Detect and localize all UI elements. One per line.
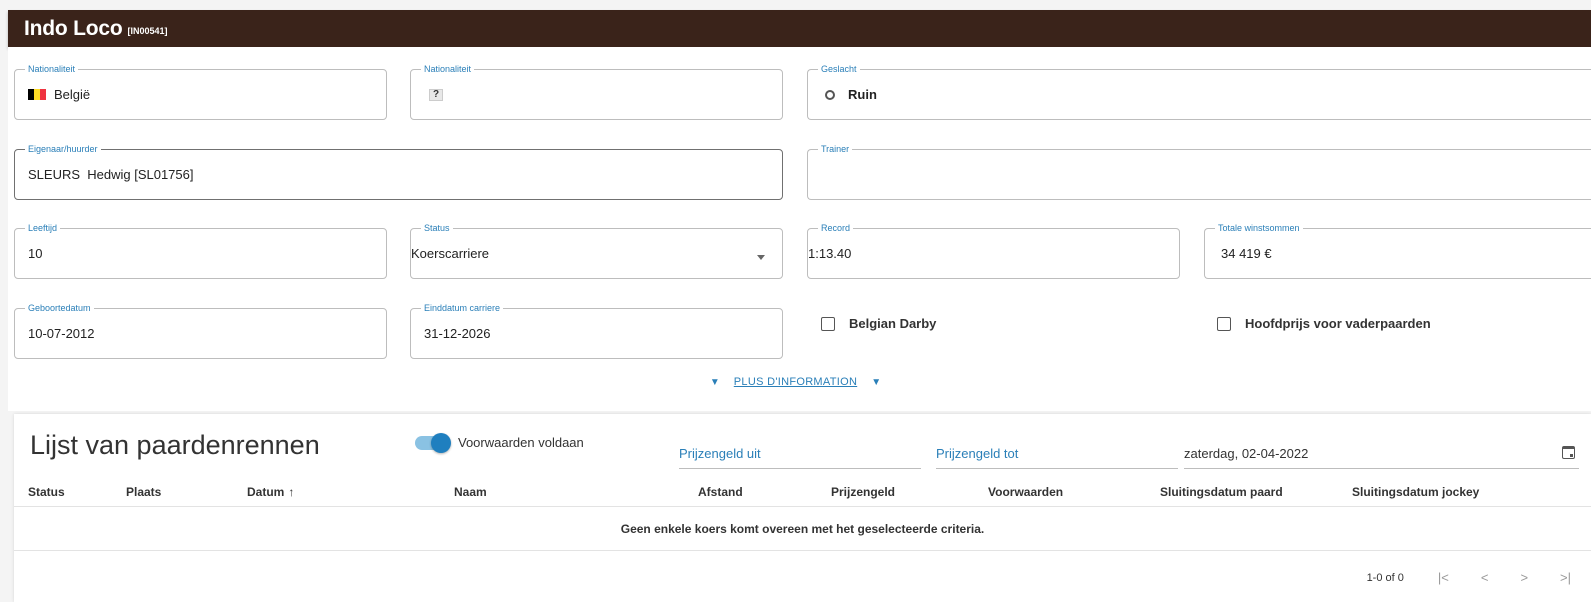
col-voorwaarden[interactable]: Voorwaarden — [988, 485, 1063, 499]
col-sluiting-paard[interactable]: Sluitingsdatum paard — [1160, 485, 1283, 499]
belgian-darby-checkbox[interactable] — [821, 316, 835, 331]
empty-table-message: Geen enkele koers komt overeen met het g… — [14, 508, 1591, 551]
nationality-field[interactable]: Nationaliteit België — [14, 64, 387, 120]
owner-field[interactable]: Eigenaar/huurder SLEURS Hedwig [SL01756] — [14, 144, 783, 200]
trainer-field[interactable]: Trainer — [807, 144, 1591, 200]
prize-to-input[interactable]: Prijzengeld tot — [936, 436, 1178, 469]
owner-value: SLEURS Hedwig [SL01756] — [28, 167, 194, 182]
age-field[interactable]: Leeftijd 10 — [14, 223, 387, 279]
gelding-icon — [825, 89, 835, 100]
winnings-field[interactable]: Totale winstsommen 34 419 € — [1204, 223, 1591, 279]
birthdate-field[interactable]: Geboortedatum 10-07-2012 — [14, 303, 387, 359]
prize-from-input[interactable]: Prijzengeld uit — [679, 436, 921, 469]
calendar-icon[interactable] — [1562, 446, 1575, 459]
birthdate-value: 10-07-2012 — [28, 326, 95, 341]
hoofdprijs-label: Hoofdprijs voor vaderpaarden — [1245, 316, 1431, 331]
next-page-icon[interactable]: > — [1520, 570, 1528, 585]
belgian-darby-checkbox-row[interactable]: Belgian Darby — [821, 316, 936, 331]
unknown-flag-icon: ? — [429, 88, 443, 101]
hoofdprijs-checkbox[interactable] — [1217, 316, 1231, 331]
triangle-down-icon: ▼ — [709, 376, 720, 388]
hoofdprijs-checkbox-row[interactable]: Hoofdprijs voor vaderpaarden — [1217, 316, 1431, 331]
col-sluiting-jockey[interactable]: Sluitingsdatum jockey — [1352, 485, 1479, 499]
col-status[interactable]: Status — [28, 485, 65, 499]
conditions-toggle[interactable] — [415, 433, 451, 453]
status-select[interactable]: Status Koerscarriere — [410, 223, 783, 279]
col-afstand[interactable]: Afstand — [698, 485, 743, 499]
page-header: Indo Loco [IN00541] — [8, 10, 1591, 47]
col-datum[interactable]: Datum ↑ — [247, 485, 294, 499]
date-input[interactable]: zaterdag, 02-04-2022 — [1184, 436, 1579, 469]
nationality-value: België — [54, 87, 91, 102]
races-card: Lijst van paardenrennen Voorwaarden vold… — [14, 414, 1591, 602]
races-table-header: Status Plaats Datum ↑ Naam Afstand Prijze… — [14, 477, 1591, 507]
col-prijzengeld[interactable]: Prijzengeld — [831, 485, 895, 499]
sort-arrow-up-icon[interactable]: ↑ — [288, 485, 294, 499]
toggle-knob[interactable] — [431, 433, 451, 453]
record-value: 1:13.40 — [808, 246, 852, 261]
winnings-value: 34 419 € — [1221, 246, 1272, 261]
trainer-label: Trainer — [818, 144, 853, 155]
belgian-darby-label: Belgian Darby — [849, 316, 937, 331]
col-plaats[interactable]: Plaats — [126, 485, 161, 499]
horse-name: Indo Loco — [24, 16, 123, 40]
prize-to-placeholder: Prijzengeld tot — [936, 446, 1019, 461]
pagination: 1-0 of 0 |< < > >| — [1367, 570, 1571, 585]
triangle-down-icon: ▼ — [871, 376, 882, 388]
status-value: Koerscarriere — [411, 246, 490, 261]
horse-code: [IN00541] — [127, 26, 168, 36]
gender-value: Ruin — [848, 87, 877, 102]
more-info-link[interactable]: PLUS D'INFORMATION — [734, 376, 857, 388]
col-naam[interactable]: Naam — [454, 485, 487, 499]
career-end-value: 31-12-2026 — [424, 326, 491, 341]
pagination-range: 1-0 of 0 — [1366, 571, 1404, 584]
first-page-icon[interactable]: |< — [1438, 570, 1449, 585]
last-page-icon[interactable]: >| — [1560, 570, 1571, 585]
prize-from-placeholder: Prijzengeld uit — [679, 446, 761, 461]
record-field[interactable]: Record 1:13.40 — [807, 223, 1180, 279]
date-value: zaterdag, 02-04-2022 — [1184, 446, 1309, 461]
career-end-field[interactable]: Einddatum carriere 31-12-2026 — [410, 303, 783, 359]
prev-page-icon[interactable]: < — [1481, 570, 1489, 585]
nationality-field-2[interactable]: Nationaliteit ? — [410, 64, 783, 120]
gender-field[interactable]: Geslacht Ruin — [807, 64, 1591, 120]
col-datum-label: Datum — [247, 485, 285, 499]
races-title: Lijst van paardenrennen — [30, 430, 320, 460]
more-info-toggle[interactable]: ▼ PLUS D'INFORMATION ▼ — [0, 376, 1591, 388]
conditions-toggle-label: Voorwaarden voldaan — [458, 435, 584, 450]
belgium-flag-icon — [28, 89, 46, 100]
dropdown-caret-icon[interactable] — [757, 255, 765, 260]
age-value: 10 — [28, 246, 43, 261]
